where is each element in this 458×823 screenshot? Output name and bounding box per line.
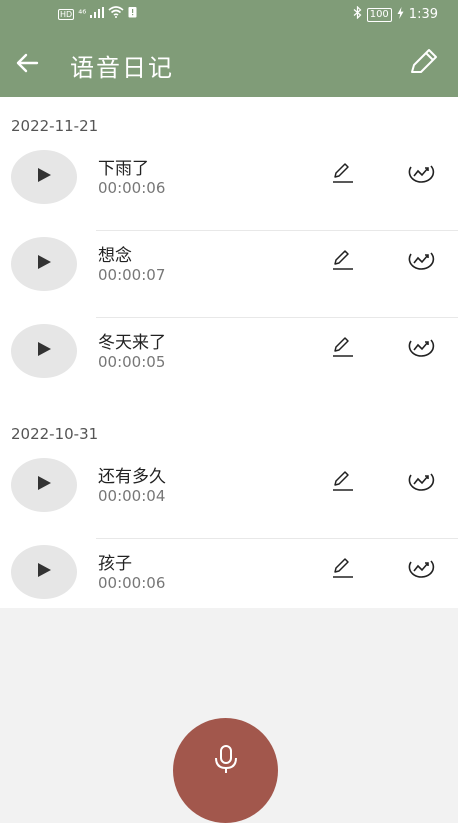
edit-icon (331, 470, 355, 496)
item-title: 冬天来了 (98, 333, 166, 353)
edit-button[interactable] (330, 470, 356, 496)
item-duration: 00:00:06 (98, 574, 166, 592)
play-button[interactable] (11, 150, 77, 204)
play-icon (36, 562, 52, 582)
back-button[interactable] (12, 50, 42, 80)
battery-level: 100 (366, 7, 392, 22)
wifi-icon (108, 6, 124, 22)
clock: 1:39 (408, 7, 438, 22)
list-item[interactable]: 孩子 00:00:06 (0, 539, 458, 626)
bluetooth-icon (353, 5, 362, 23)
date-group: 2022-11-21 下雨了 00:00:06 想念 00:00:07 冬天来了… (0, 97, 458, 405)
trend-icon (406, 334, 436, 364)
status-right: 100 1:39 (353, 5, 438, 23)
list-item[interactable]: 想念 00:00:07 (0, 231, 458, 318)
stats-button[interactable] (406, 160, 436, 190)
trend-icon (406, 468, 436, 498)
arrow-left-icon (15, 52, 39, 78)
play-button[interactable] (11, 324, 77, 378)
status-bar: HD ⁴⁶ 100 1:39 (0, 0, 458, 30)
diary-list: 2022-11-21 下雨了 00:00:06 想念 00:00:07 冬天来了… (0, 97, 458, 608)
signal-icon (90, 6, 105, 22)
edit-button[interactable] (330, 249, 356, 275)
microphone-icon (211, 718, 241, 778)
item-title: 想念 (98, 246, 132, 266)
list-item[interactable]: 冬天来了 00:00:05 (0, 318, 458, 405)
date-header: 2022-11-21 (11, 117, 99, 135)
edit-icon (331, 336, 355, 362)
network-label: ⁴⁶ (78, 8, 87, 20)
stats-button[interactable] (406, 555, 436, 585)
play-button[interactable] (11, 458, 77, 512)
list-item[interactable]: 还有多久 00:00:04 (0, 452, 458, 539)
item-duration: 00:00:04 (98, 487, 166, 505)
edit-button[interactable] (330, 162, 356, 188)
item-duration: 00:00:06 (98, 179, 166, 197)
play-icon (36, 167, 52, 187)
list-item[interactable]: 下雨了 00:00:06 (0, 144, 458, 231)
edit-button[interactable] (330, 336, 356, 362)
edit-icon (331, 162, 355, 188)
item-title: 下雨了 (98, 159, 149, 179)
play-button[interactable] (11, 237, 77, 291)
date-group: 2022-10-31 还有多久 00:00:04 孩子 00:00:06 (0, 405, 458, 626)
edit-button[interactable] (330, 557, 356, 583)
status-left: HD ⁴⁶ (58, 6, 137, 22)
write-diary-button[interactable] (408, 48, 440, 80)
date-header: 2022-10-31 (11, 425, 99, 443)
play-button[interactable] (11, 545, 77, 599)
notification-icon (128, 6, 137, 22)
app-header: HD ⁴⁶ 100 1:39 语音日记 (0, 0, 458, 97)
item-duration: 00:00:07 (98, 266, 166, 284)
play-icon (36, 254, 52, 274)
play-icon (36, 475, 52, 495)
stats-button[interactable] (406, 334, 436, 364)
trend-icon (406, 247, 436, 277)
item-title: 还有多久 (98, 467, 166, 487)
charging-icon (397, 6, 404, 23)
stats-button[interactable] (406, 468, 436, 498)
play-icon (36, 341, 52, 361)
edit-icon (331, 249, 355, 275)
edit-icon (331, 557, 355, 583)
trend-icon (406, 555, 436, 585)
hd-badge: HD (58, 8, 75, 20)
trend-icon (406, 160, 436, 190)
item-duration: 00:00:05 (98, 353, 166, 371)
stats-button[interactable] (406, 247, 436, 277)
item-title: 孩子 (98, 554, 132, 574)
pencil-icon (409, 48, 439, 80)
page-title: 语音日记 (70, 54, 174, 82)
